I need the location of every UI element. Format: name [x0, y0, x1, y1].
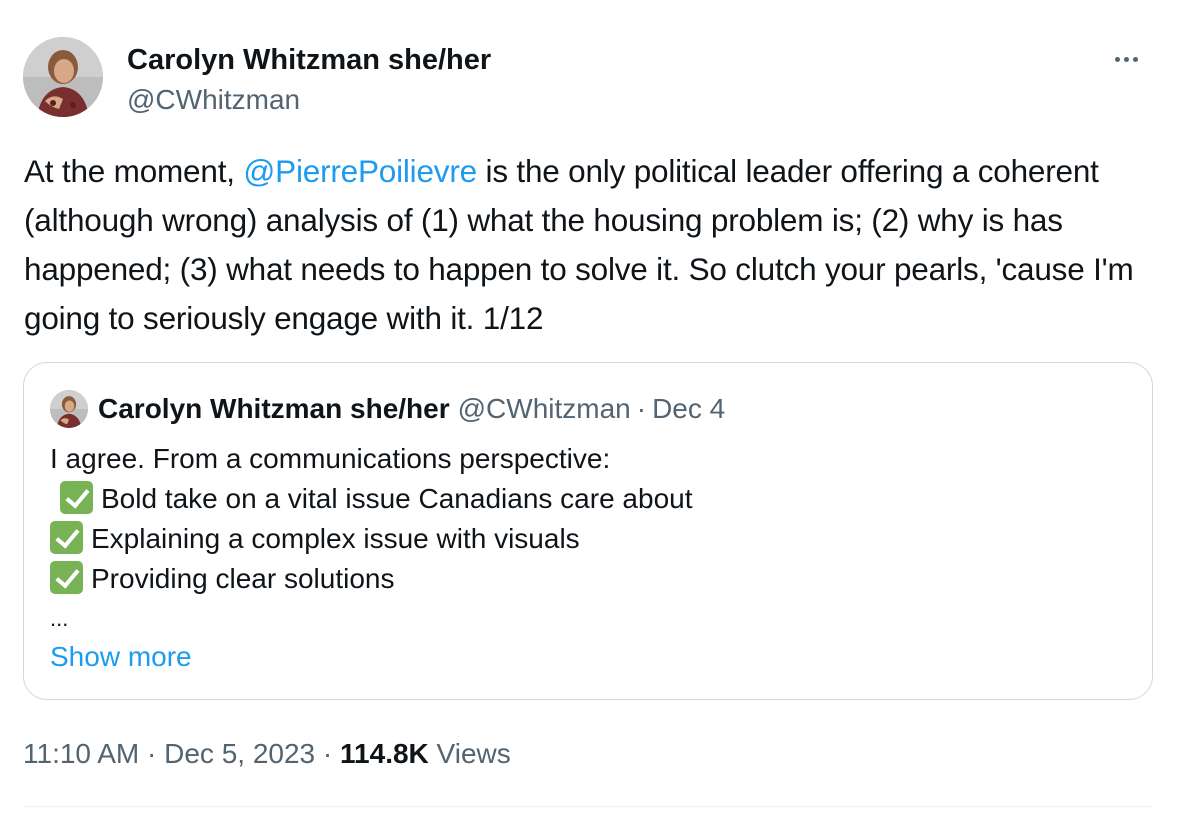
tweet-meta: 11:10 AM · Dec 5, 2023 · 114.8K Views	[23, 736, 511, 772]
quote-list-item: Bold take on a vital issue Canadians car…	[50, 479, 693, 519]
author-names: Carolyn Whitzman she/her @CWhitzman	[127, 43, 491, 117]
divider	[23, 806, 1154, 807]
tweet-date[interactable]: Dec 5, 2023	[164, 738, 315, 769]
views-count[interactable]: 114.8K	[340, 738, 429, 769]
meta-separator: ·	[147, 738, 157, 769]
quoted-tweet[interactable]: Carolyn Whitzman she/her @CWhitzman · De…	[23, 362, 1153, 700]
check-mark-icon	[50, 561, 83, 594]
quote-item-text: Bold take on a vital issue Canadians car…	[101, 483, 693, 514]
author-handle[interactable]: @CWhitzman	[127, 83, 491, 117]
quote-body: I agree. From a communications perspecti…	[50, 439, 693, 639]
mention-link[interactable]: @PierrePoilievre	[243, 153, 477, 189]
avatar-photo	[23, 37, 103, 117]
quote-display-name[interactable]: Carolyn Whitzman she/her	[98, 391, 450, 427]
dot	[1124, 56, 1129, 62]
dot	[1133, 56, 1138, 62]
tweet-text-before: At the moment,	[24, 153, 244, 189]
author-avatar[interactable]	[23, 37, 103, 117]
check-mark-icon	[60, 481, 93, 514]
quote-item-text: Providing clear solutions	[91, 563, 395, 594]
author-display-name[interactable]: Carolyn Whitzman she/her	[127, 43, 491, 77]
quote-avatar[interactable]	[50, 390, 88, 428]
show-more-link[interactable]: Show more	[50, 639, 192, 675]
quote-header: Carolyn Whitzman she/her @CWhitzman · De…	[50, 390, 725, 428]
check-mark-icon	[50, 521, 83, 554]
quote-list-item: Providing clear solutions	[50, 559, 693, 599]
quote-ellipsis: ...	[50, 606, 69, 631]
tweet-card: Carolyn Whitzman she/her @CWhitzman At t…	[0, 0, 1180, 814]
tweet-text: At the moment, @PierrePoilievre is the o…	[24, 147, 1154, 343]
quote-handle[interactable]: @CWhitzman	[458, 391, 631, 427]
quote-intro: I agree. From a communications perspecti…	[50, 443, 611, 474]
dot	[1115, 56, 1120, 62]
more-horizontal-icon	[1115, 56, 1139, 62]
avatar-photo	[50, 390, 88, 428]
quote-separator: ·	[636, 393, 647, 424]
quote-item-text: Explaining a complex issue with visuals	[91, 523, 580, 554]
tweet-time[interactable]: 11:10 AM	[23, 738, 139, 769]
more-options-button[interactable]	[1115, 52, 1155, 66]
meta-separator: ·	[322, 738, 333, 769]
quote-date[interactable]: Dec 4	[652, 391, 725, 427]
views-label[interactable]: Views	[437, 738, 511, 769]
tweet-header: Carolyn Whitzman she/her @CWhitzman	[23, 37, 491, 117]
quote-list-item: Explaining a complex issue with visuals	[50, 519, 693, 559]
